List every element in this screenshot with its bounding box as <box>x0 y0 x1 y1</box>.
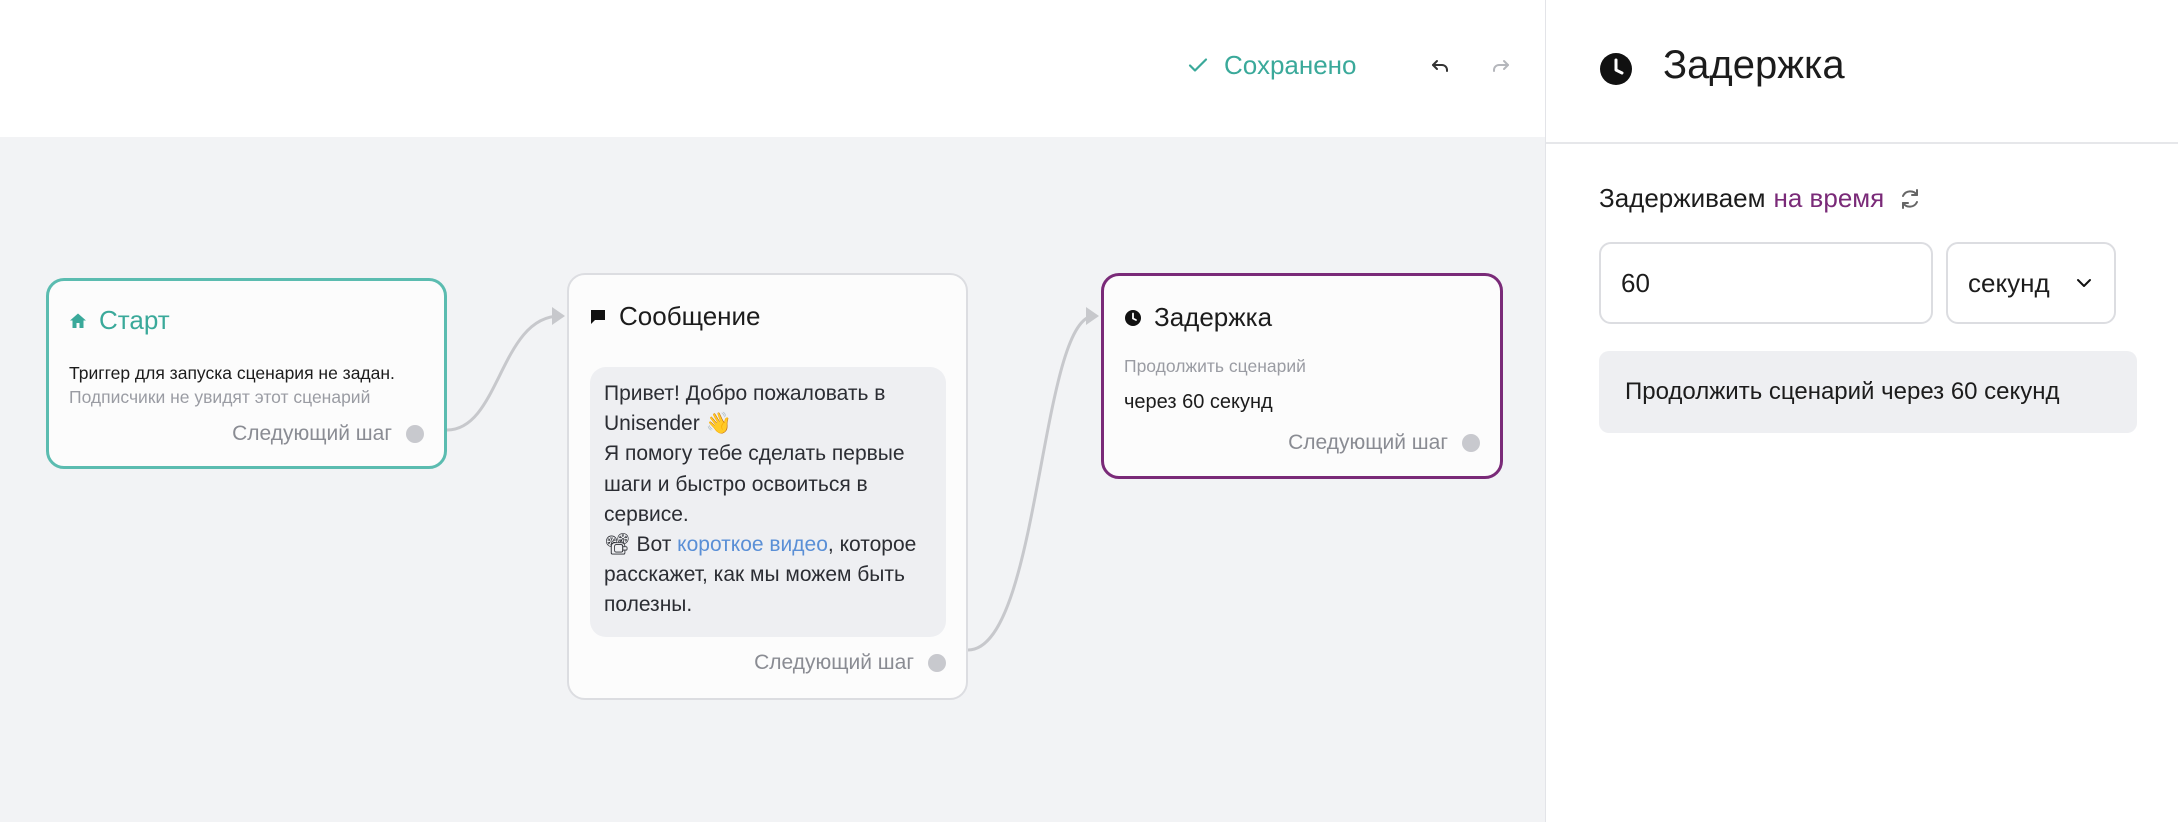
next-step-label: Следующий шаг <box>232 422 392 445</box>
delay-mode-label: Задерживаем на время <box>1599 183 1922 214</box>
message-node[interactable]: Сообщение Привет! Добро пожаловать в Uni… <box>567 273 968 700</box>
undo-button[interactable] <box>1422 48 1458 84</box>
message-node-title: Сообщение <box>619 301 761 331</box>
message-help-text: Я помогу тебе сделать первые шаги и быст… <box>604 442 905 526</box>
message-preview: Привет! Добро пожаловать в Unisender 👋 Я… <box>590 367 946 637</box>
start-trigger-text: Триггер для запуска сценария не задан. <box>69 363 395 383</box>
delay-mode-toggle[interactable]: на время <box>1774 183 1885 214</box>
redo-icon <box>1493 60 1509 72</box>
delay-next-step[interactable]: Следующий шаг <box>1288 431 1480 455</box>
message-video-prefix: 📽 Вот <box>604 533 678 557</box>
start-node-header: Старт <box>69 305 170 336</box>
clock-icon <box>1125 309 1141 326</box>
message-greeting: Привет! Добро пожаловать в Unisender 👋 <box>604 382 886 436</box>
refresh-icon[interactable] <box>1898 187 1922 211</box>
delay-unit-select[interactable]: секунд <box>1946 242 2116 324</box>
save-status: Сохранено <box>1186 44 1357 86</box>
save-status-label: Сохранено <box>1224 49 1357 80</box>
delay-node-value: через 60 секунд <box>1124 391 1273 413</box>
start-node[interactable]: Старт Триггер для запуска сценария не за… <box>46 278 447 469</box>
redo-button[interactable] <box>1483 48 1519 84</box>
delay-node-title: Задержка <box>1154 302 1273 332</box>
delay-amount-input[interactable] <box>1599 242 1933 324</box>
delay-node[interactable]: Задержка Продолжить сценарий через 60 се… <box>1101 273 1503 479</box>
start-node-title: Старт <box>99 305 170 335</box>
delay-summary: Продолжить сценарий через 60 секунд <box>1599 351 2137 433</box>
connector-handle[interactable] <box>928 654 946 672</box>
delay-node-subtitle: Продолжить сценарий <box>1124 356 1306 376</box>
start-hint-text: Подписчики не увидят этот сценарий <box>69 387 371 407</box>
chevron-down-icon <box>2077 279 2091 287</box>
delay-settings-panel: Задержка Задерживаем на время секунд Про… <box>1545 0 2178 822</box>
next-step-label: Следующий шаг <box>754 651 914 674</box>
message-icon <box>591 309 605 324</box>
message-node-header: Сообщение <box>589 301 761 332</box>
next-step-label: Следующий шаг <box>1288 431 1448 454</box>
canvas-toolbar: Сохранено <box>0 0 1545 137</box>
connector-handle[interactable] <box>1462 434 1480 452</box>
video-link[interactable]: короткое видео <box>677 533 828 556</box>
delay-node-header: Задержка <box>1124 302 1272 333</box>
clock-icon <box>1600 53 1632 85</box>
home-icon <box>70 313 86 328</box>
check-icon <box>1188 58 1208 72</box>
undo-icon <box>1432 60 1448 72</box>
message-next-step[interactable]: Следующий шаг <box>754 651 946 675</box>
panel-title: Задержка <box>1663 43 1845 87</box>
panel-header: Задержка <box>1546 0 2178 144</box>
connector-handle[interactable] <box>406 425 424 443</box>
start-next-step[interactable]: Следующий шаг <box>232 422 424 446</box>
delay-label-prefix: Задерживаем <box>1599 183 1766 213</box>
delay-unit-value: секунд <box>1968 267 2050 298</box>
